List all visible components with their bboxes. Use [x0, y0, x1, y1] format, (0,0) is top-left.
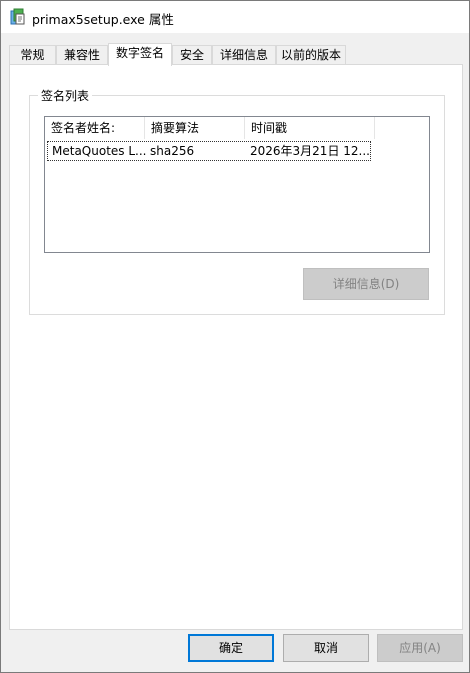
tab-security[interactable]: 安全: [172, 45, 212, 65]
tab-digital-signatures[interactable]: 数字签名: [108, 43, 172, 66]
tab-compatibility[interactable]: 兼容性: [56, 45, 108, 65]
window-title: primax5setup.exe 属性: [32, 12, 174, 27]
installer-app-icon: [10, 8, 26, 26]
ok-button[interactable]: 确定: [188, 634, 274, 662]
column-signer-name[interactable]: 签名者姓名:: [45, 117, 145, 139]
properties-dialog: primax5setup.exe 属性 常规 兼容性 数字签名 安全 详细信息 …: [0, 0, 470, 673]
column-digest-algorithm[interactable]: 摘要算法: [145, 117, 245, 139]
signature-list-label: 签名列表: [38, 87, 93, 104]
tab-strip: 常规 兼容性 数字签名 安全 详细信息 以前的版本: [9, 43, 461, 66]
timestamp-cell: 2026年3月21日 12...: [250, 144, 370, 158]
signer-name-cell: MetaQuotes L...: [52, 144, 146, 158]
apply-button[interactable]: 应用(A): [377, 634, 463, 662]
cancel-button[interactable]: 取消: [283, 634, 369, 662]
tab-previous-versions[interactable]: 以前的版本: [276, 45, 346, 65]
digital-signatures-panel: 签名列表 签名者姓名: 摘要算法 时间戳 MetaQuotes L... sha…: [9, 64, 463, 630]
tab-general[interactable]: 常规: [9, 45, 56, 65]
signature-list-group: 签名列表 签名者姓名: 摘要算法 时间戳 MetaQuotes L... sha…: [29, 87, 445, 315]
digest-algorithm-cell: sha256: [150, 144, 195, 158]
details-button[interactable]: 详细信息(D): [303, 268, 429, 300]
table-row[interactable]: MetaQuotes L... sha256 2026年3月21日 12...: [47, 141, 371, 161]
column-timestamp[interactable]: 时间戳: [245, 117, 375, 139]
tab-details[interactable]: 详细信息: [212, 45, 276, 65]
title-bar: primax5setup.exe 属性: [1, 1, 469, 33]
signature-list[interactable]: 签名者姓名: 摘要算法 时间戳 MetaQuotes L... sha256 2…: [44, 116, 430, 253]
list-header: 签名者姓名: 摘要算法 时间戳: [45, 117, 429, 139]
